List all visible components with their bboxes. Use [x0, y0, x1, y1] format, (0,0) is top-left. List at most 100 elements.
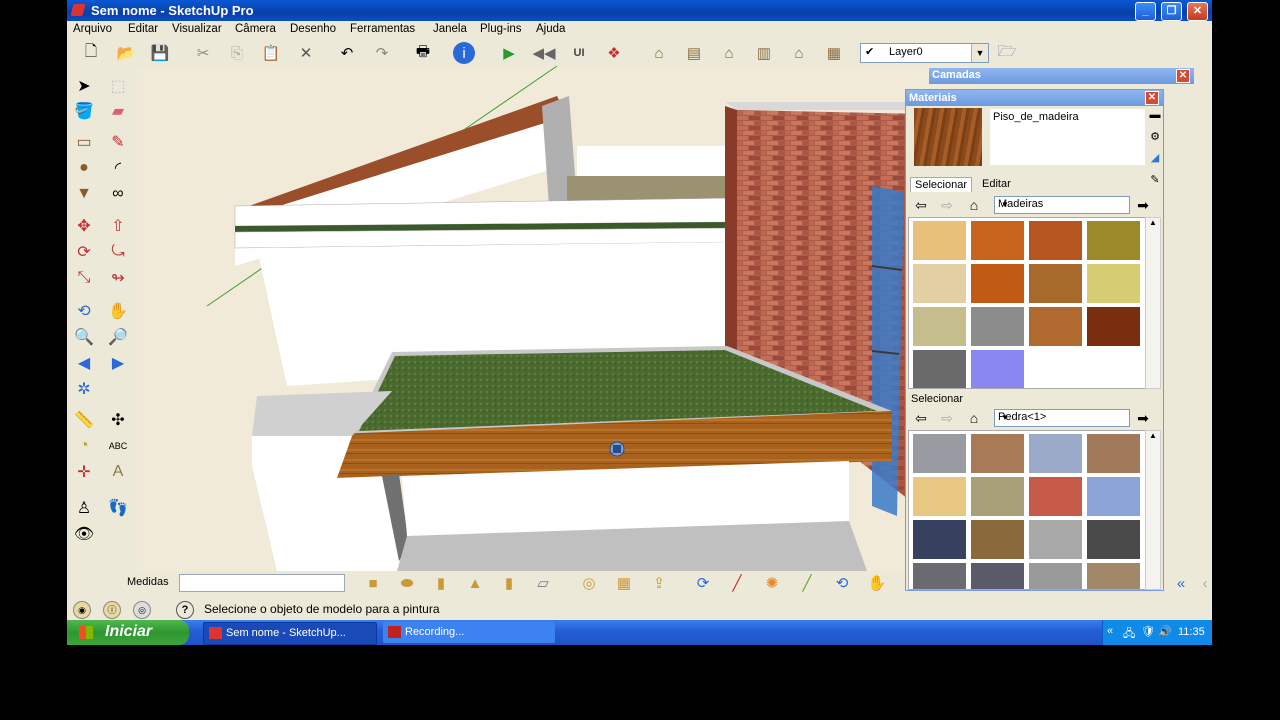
material-swatch[interactable]	[1087, 264, 1140, 303]
cut-icon[interactable]: ✂	[191, 42, 215, 64]
material-swatch[interactable]	[1029, 307, 1082, 346]
menu-arquivo[interactable]: Arquivo	[73, 23, 112, 35]
material-swatch[interactable]	[971, 264, 1024, 303]
credits-icon[interactable]: ⓘ	[103, 601, 121, 619]
tray-arrow-icon[interactable]: «	[1107, 625, 1113, 637]
undo-icon[interactable]: ↶	[335, 42, 359, 64]
rewind-icon[interactable]: ◀◀	[532, 42, 556, 64]
scrollbar-top[interactable]: ▲	[1145, 217, 1161, 389]
material-swatch[interactable]	[913, 307, 966, 346]
chevron-down-icon[interactable]: ▼	[998, 410, 1012, 426]
select-tool-icon[interactable]: ➤	[71, 74, 97, 98]
footprints-icon[interactable]: 👣	[105, 496, 131, 520]
material-swatch[interactable]	[971, 520, 1024, 559]
top-view-icon[interactable]: ▤	[682, 42, 706, 64]
collapse-left-icon[interactable]: «	[1169, 572, 1193, 594]
materials-panel-header[interactable]: Materiais ✕	[906, 90, 1163, 106]
layer-manager-icon[interactable]: 🗁	[995, 42, 1019, 64]
geo-location-icon[interactable]: ◉	[73, 601, 91, 619]
line-tool-icon[interactable]: ✎	[105, 130, 131, 154]
material-swatch[interactable]	[913, 434, 966, 473]
previous-view-icon[interactable]: ◀	[71, 351, 97, 375]
details-arrow-icon[interactable]: ➡	[1134, 409, 1152, 427]
volume-icon[interactable]: 🔊	[1158, 625, 1172, 638]
look-around-icon[interactable]: 👁	[71, 522, 97, 546]
tube-shape-icon[interactable]: ▮	[497, 572, 521, 594]
material-swatch[interactable]	[971, 477, 1024, 516]
close-icon[interactable]: ✕	[1145, 91, 1159, 105]
follow-me-icon[interactable]: ⤿	[105, 240, 131, 264]
move-icon[interactable]: ✥	[71, 214, 97, 238]
print-icon[interactable]: 🖶	[411, 42, 435, 64]
create-material-icon[interactable]: ⚙	[1148, 130, 1162, 143]
protractor-icon[interactable]: ◔	[71, 434, 97, 458]
extrude-icon[interactable]: ⇪	[647, 572, 671, 594]
material-name-field[interactable]: Piso_de_madeira	[990, 109, 1145, 165]
menu-desenho[interactable]: Desenho	[290, 23, 336, 35]
tab-selecionar[interactable]: Selecionar	[910, 177, 972, 192]
layers-panel-header[interactable]: Camadas ✕	[929, 68, 1194, 84]
zoom-icon[interactable]: 🔍	[71, 325, 97, 349]
layer-selector[interactable]: ✔ Layer0 ▼	[860, 43, 989, 63]
material-swatch[interactable]	[1029, 264, 1082, 303]
make-component-icon[interactable]: ⬚	[105, 74, 131, 98]
text-tool-icon[interactable]: ABC	[105, 434, 131, 458]
help-icon[interactable]: ?	[176, 601, 194, 619]
walk-icon[interactable]: ♙	[71, 496, 97, 520]
torus-shape-icon[interactable]: ◎	[577, 572, 601, 594]
chevron-down-icon[interactable]: ▼	[971, 44, 988, 62]
material-swatch[interactable]	[913, 350, 966, 388]
iso-view-icon[interactable]: ⌂	[647, 42, 671, 64]
expand-icon[interactable]: ‹	[1193, 572, 1212, 594]
refresh-icon[interactable]: ⟲	[830, 572, 854, 594]
material-swatch[interactable]	[913, 221, 966, 260]
offset-icon[interactable]: ↬	[105, 266, 131, 290]
pan-hand-icon[interactable]: ✋	[105, 299, 131, 323]
chevron-down-icon[interactable]: ▼	[998, 197, 1012, 213]
taskbar-item-sketchup[interactable]: Sem nome - SketchUp...	[203, 622, 377, 645]
material-swatch[interactable]	[913, 563, 966, 589]
material-swatch[interactable]	[1087, 434, 1140, 473]
scale-icon[interactable]: ⤡	[71, 266, 97, 290]
menu-ajuda[interactable]: Ajuda	[536, 23, 565, 35]
menu-camera[interactable]: Câmera	[235, 23, 276, 35]
material-swatch[interactable]	[913, 477, 966, 516]
material-swatch[interactable]	[1087, 563, 1140, 589]
material-swatch[interactable]	[1087, 520, 1140, 559]
front-view-icon[interactable]: ⌂	[717, 42, 741, 64]
rectangle-icon[interactable]: ▭	[71, 130, 97, 154]
close-button[interactable]: ✕	[1187, 2, 1208, 21]
material-swatch[interactable]	[971, 221, 1024, 260]
material-swatch[interactable]	[1087, 477, 1140, 516]
modeling-viewport[interactable]	[137, 66, 975, 571]
network-icon[interactable]: 🖧	[1123, 625, 1135, 644]
copy-icon[interactable]: ⎘	[225, 42, 249, 64]
left-view-icon[interactable]: ▦	[822, 42, 846, 64]
details-arrow-icon[interactable]: ➡	[1134, 196, 1152, 214]
start-button[interactable]: Iniciar	[67, 620, 189, 645]
user-icon[interactable]: ◎	[133, 601, 151, 619]
library-select-bottom[interactable]: Pedra<1> ▼	[994, 409, 1130, 427]
orbit-icon[interactable]: ⟲	[71, 299, 97, 323]
eraser-icon[interactable]: ▰	[105, 99, 131, 123]
gear-shape-icon[interactable]: ✺	[760, 572, 784, 594]
display-secondary-icon[interactable]: ▬	[1148, 109, 1162, 122]
stairs-icon[interactable]: ▦	[612, 572, 636, 594]
freehand-icon[interactable]: ∞	[105, 182, 131, 206]
material-swatch[interactable]	[913, 520, 966, 559]
close-icon[interactable]: ✕	[1176, 69, 1190, 83]
model-info-icon[interactable]: i	[453, 42, 475, 64]
material-swatch[interactable]	[971, 563, 1024, 589]
back-arrow-icon[interactable]: ⇦	[912, 409, 930, 427]
material-swatch[interactable]	[1029, 563, 1082, 589]
3d-text-icon[interactable]: A	[105, 460, 131, 484]
cone-shape-icon[interactable]: ▲	[463, 572, 487, 594]
next-view-icon[interactable]: ▶	[105, 351, 131, 375]
material-swatch[interactable]	[1029, 434, 1082, 473]
new-file-icon[interactable]: 🗋	[79, 42, 103, 64]
push-pull-icon[interactable]: ⇧	[105, 214, 131, 238]
library-select-top[interactable]: Madeiras ▼	[994, 196, 1130, 214]
rotate-icon[interactable]: ⟳	[71, 240, 97, 264]
plane-shape-icon[interactable]: ▱	[531, 572, 555, 594]
green-line-icon[interactable]: ╱	[795, 572, 819, 594]
